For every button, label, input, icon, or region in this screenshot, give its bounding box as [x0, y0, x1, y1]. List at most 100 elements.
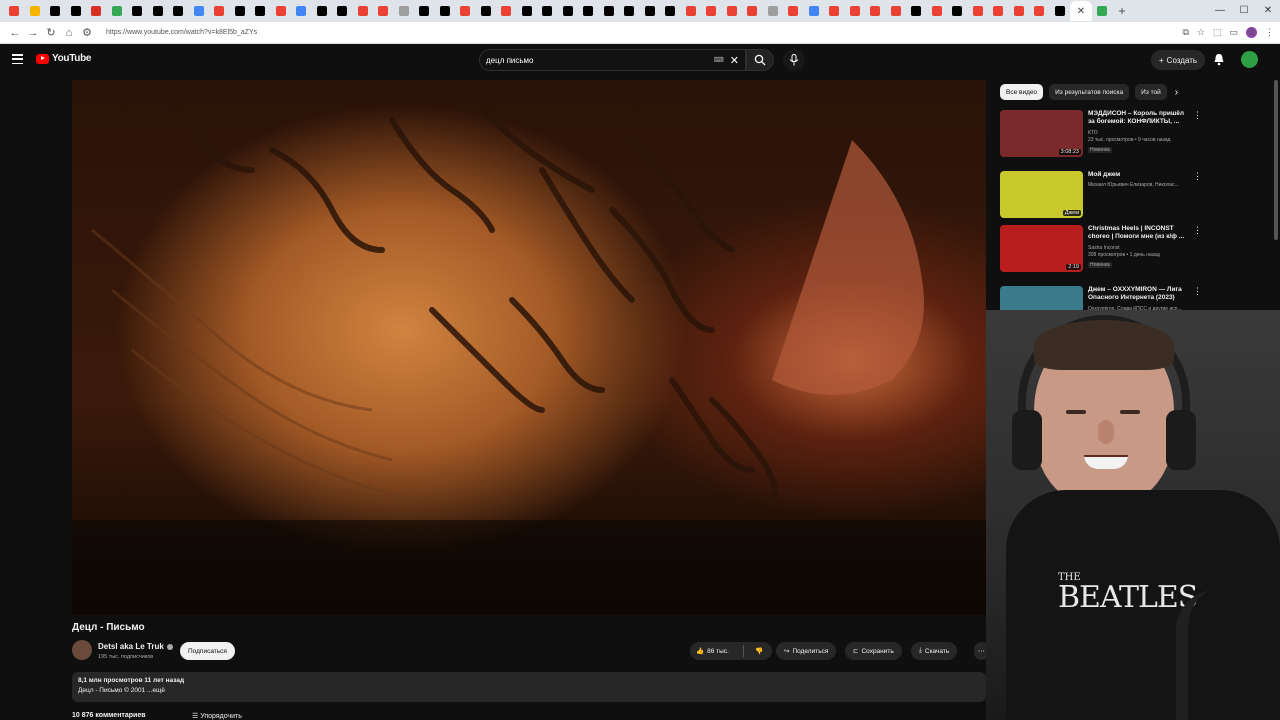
recommendation-channel[interactable]: КТО [1088, 130, 1198, 137]
browser-tab[interactable] [148, 1, 169, 21]
recommendation-title[interactable]: МЭДДИСОН – Король пришёл за богемой: КОН… [1088, 110, 1188, 126]
browser-tab[interactable] [886, 1, 907, 21]
browser-tab[interactable] [86, 1, 107, 21]
close-window-button[interactable]: ✕ [1256, 0, 1280, 22]
channel-name[interactable]: Detsl aka Le Truk [98, 642, 164, 651]
forward-icon[interactable]: → [24, 27, 42, 39]
video-thumbnail[interactable]: Джем [1000, 171, 1083, 218]
browser-tab[interactable] [640, 1, 661, 21]
page-scrollbar[interactable] [1274, 80, 1278, 240]
save-button[interactable]: ⊏ Сохранить [845, 642, 902, 660]
browser-tab[interactable] [681, 1, 702, 21]
new-tab-button[interactable]: + [1119, 4, 1126, 18]
subscribe-button[interactable]: Подписаться [180, 642, 235, 660]
browser-tab[interactable] [312, 1, 333, 21]
browser-tab[interactable] [619, 1, 640, 21]
profile-avatar[interactable]: B [1246, 27, 1257, 38]
browser-tab[interactable] [968, 1, 989, 21]
browser-tab[interactable] [599, 1, 620, 21]
browser-tab[interactable] [435, 1, 456, 21]
browser-tab[interactable] [496, 1, 517, 21]
browser-tab[interactable] [517, 1, 538, 21]
clear-search-icon[interactable]: ✕ [730, 54, 739, 67]
browser-tab[interactable] [353, 1, 374, 21]
more-vertical-icon[interactable]: ⋮ [1193, 171, 1202, 182]
download-button[interactable]: ⤓ Скачать [911, 642, 958, 660]
recommendation-item[interactable]: Джем Мой джем Михаил Юрьевич Елизаров, Ник… [1000, 171, 1270, 227]
chip-all-videos[interactable]: Все видео [1000, 84, 1044, 100]
browser-tab[interactable] [1050, 1, 1071, 21]
browser-tab[interactable] [906, 1, 927, 21]
recommendation-title[interactable]: Джем – OXXXYMIRON — Лига Опасного Интерн… [1088, 286, 1188, 302]
maximize-button[interactable]: ☐ [1232, 0, 1256, 22]
recommendation-title[interactable]: Мой джем [1088, 171, 1188, 179]
browser-tab[interactable] [722, 1, 743, 21]
browser-tab[interactable] [947, 1, 968, 21]
recommendation-item[interactable]: 2:19 Christmas Heels | INCONST choreo | П… [1000, 225, 1270, 281]
browser-tab[interactable] [66, 1, 87, 21]
voice-search-button[interactable] [783, 49, 805, 71]
search-box[interactable]: ⌨ ✕ [479, 49, 746, 71]
youtube-logo[interactable]: YouTube [36, 53, 92, 64]
browser-menu-icon[interactable]: ⋮ [1265, 27, 1274, 38]
dislike-button[interactable]: 👎 [747, 647, 763, 655]
channel-avatar[interactable] [72, 640, 92, 660]
video-thumbnail[interactable]: 3:08:23 [1000, 110, 1083, 157]
browser-tab[interactable] [414, 1, 435, 21]
browser-tab[interactable] [1029, 1, 1050, 21]
search-button[interactable] [746, 49, 774, 71]
browser-tab[interactable] [332, 1, 353, 21]
description-box[interactable]: 8,1 млн просмотров 11 лет назад Децл - П… [72, 672, 986, 702]
extensions-icon[interactable]: ⬚ [1213, 27, 1222, 38]
browser-tab[interactable] [578, 1, 599, 21]
browser-tab[interactable] [189, 1, 210, 21]
browser-tab[interactable] [107, 1, 128, 21]
create-button[interactable]: + Создать [1151, 50, 1206, 70]
browser-tab[interactable] [927, 1, 948, 21]
url-field[interactable]: https://www.youtube.com/watch?v=k8El5b_a… [106, 29, 1182, 36]
back-icon[interactable]: ← [6, 27, 24, 39]
install-icon[interactable]: ⧉ [1182, 27, 1188, 38]
keyboard-icon[interactable]: ⌨ [714, 56, 724, 64]
browser-tab[interactable] [250, 1, 271, 21]
close-tab-icon[interactable]: ✕ [1077, 6, 1085, 17]
chip-from-same[interactable]: Из той [1135, 84, 1167, 100]
browser-tab[interactable] [45, 1, 66, 21]
recommendation-item[interactable]: 3:08:23 МЭДДИСОН – Король пришёл за богем… [1000, 110, 1270, 166]
more-vertical-icon[interactable]: ⋮ [1193, 286, 1202, 297]
more-vertical-icon[interactable]: ⋮ [1193, 225, 1202, 236]
browser-tab[interactable] [1092, 1, 1113, 21]
recommendation-title[interactable]: Christmas Heels | INCONST choreo | Помог… [1088, 225, 1188, 241]
browser-tab[interactable] [4, 1, 25, 21]
video-thumbnail[interactable]: 2:19 [1000, 225, 1083, 272]
site-info-icon[interactable]: ⚙ [78, 26, 96, 39]
like-button[interactable]: 👍 86 тыс. [690, 647, 740, 656]
video-player[interactable] [72, 80, 986, 615]
minimize-button[interactable]: — [1208, 0, 1232, 22]
share-button[interactable]: ↪ Поделиться [776, 642, 837, 660]
chip-from-search[interactable]: Из результатов поиска [1049, 84, 1130, 100]
recommendation-channel[interactable]: Михаил Юрьевич Елизаров, Николас... [1088, 182, 1198, 189]
browser-tab[interactable] [824, 1, 845, 21]
sort-comments-button[interactable]: ☰ Упорядочить [192, 712, 242, 720]
browser-tab[interactable] [988, 1, 1009, 21]
browser-tab[interactable] [660, 1, 681, 21]
browser-tab[interactable] [701, 1, 722, 21]
browser-tab[interactable] [455, 1, 476, 21]
reload-icon[interactable]: ↻ [42, 26, 60, 39]
channel-name-row[interactable]: Detsl aka Le Truk [98, 642, 173, 651]
home-icon[interactable]: ⌂ [60, 27, 78, 39]
browser-tab[interactable] [373, 1, 394, 21]
browser-tab[interactable] [558, 1, 579, 21]
browser-tab[interactable] [230, 1, 251, 21]
browser-tab[interactable] [865, 1, 886, 21]
notifications-bell-icon[interactable] [1213, 53, 1225, 66]
browser-tab[interactable] [209, 1, 230, 21]
account-avatar[interactable] [1241, 51, 1258, 68]
browser-tab[interactable] [1009, 1, 1030, 21]
browser-tab[interactable] [845, 1, 866, 21]
browser-tab[interactable] [25, 1, 46, 21]
browser-tab[interactable] [127, 1, 148, 21]
sidebar-icon[interactable]: ▭ [1229, 27, 1238, 38]
browser-tab[interactable] [291, 1, 312, 21]
